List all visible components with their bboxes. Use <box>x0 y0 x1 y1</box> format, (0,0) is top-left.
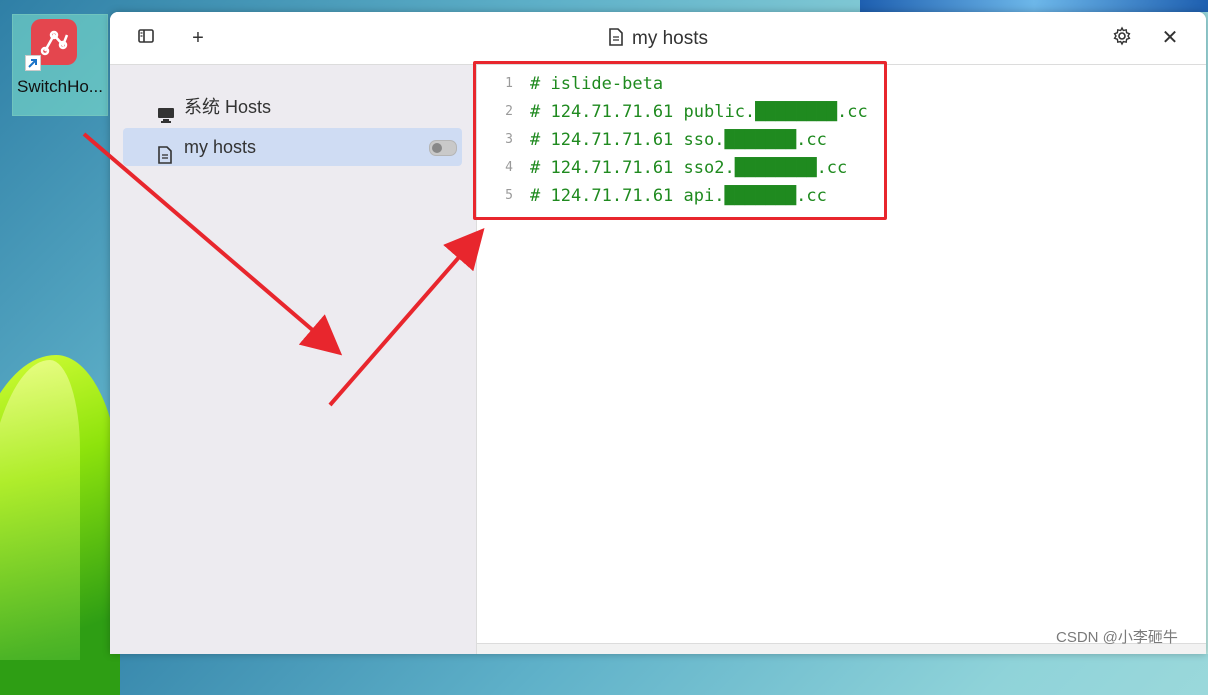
annotation-arrow-up <box>328 227 485 407</box>
annotation-arrows <box>82 132 485 407</box>
annotation-arrow-down <box>82 132 343 356</box>
watermark: CSDN @小李砸牛 <box>1056 629 1178 646</box>
